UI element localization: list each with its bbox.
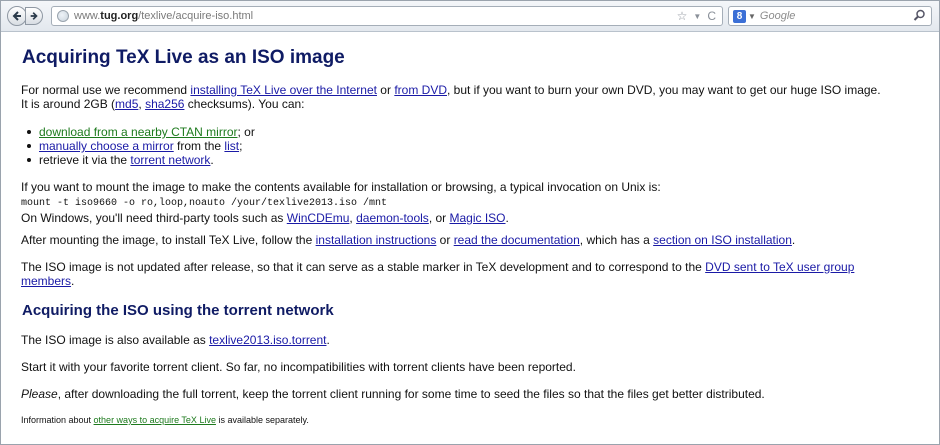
intro-paragraph: For normal use we recommend installing T… <box>21 83 881 111</box>
link-other-ways[interactable]: other ways to acquire TeX Live <box>94 415 216 425</box>
dropdown-arrow-icon[interactable]: ▼ <box>693 12 701 21</box>
torrent-paragraph-2: Start it with your favorite torrent clie… <box>21 360 576 374</box>
search-input[interactable]: Google <box>760 10 795 22</box>
address-bar-icons: ☆ ▼ C <box>677 9 716 23</box>
url-host: tug.org <box>100 10 139 22</box>
link-from-dvd[interactable]: from DVD <box>394 83 447 97</box>
link-dvd-members-cont[interactable]: members <box>21 274 71 288</box>
options-list: download from a nearby CTAN mirror; or m… <box>21 125 255 167</box>
forward-arrow-icon <box>30 12 38 20</box>
bookmark-star-icon[interactable]: ☆ <box>677 9 688 23</box>
back-button[interactable] <box>7 6 27 26</box>
link-torrent-file[interactable]: texlive2013.iso.torrent <box>209 333 326 347</box>
link-choose-mirror[interactable]: manually choose a mirror <box>39 139 174 153</box>
list-item: retrieve it via the torrent network. <box>21 153 255 167</box>
back-arrow-icon <box>12 11 21 21</box>
link-magic-iso[interactable]: Magic ISO <box>449 211 505 225</box>
browser-window: www. tug.org/texlive/acquire-iso.html ☆ ▼… <box>0 0 940 445</box>
torrent-paragraph-1: The ISO image is also available as texli… <box>21 333 330 347</box>
link-install-internet[interactable]: installing TeX Live over the Internet <box>190 83 377 97</box>
torrent-paragraph-3: Please, after downloading the full torre… <box>21 387 765 401</box>
address-bar[interactable]: www. tug.org/texlive/acquire-iso.html ☆ ▼… <box>51 6 723 26</box>
reload-icon[interactable]: C <box>707 9 716 23</box>
chevron-down-icon[interactable]: ▼ <box>748 12 756 21</box>
not-updated-paragraph: The ISO image is not updated after relea… <box>21 260 855 288</box>
mount-paragraph: If you want to mount the image to make t… <box>21 180 661 225</box>
link-torrent-network[interactable]: torrent network <box>130 153 210 167</box>
page-title: Acquiring TeX Live as an ISO image <box>22 47 345 68</box>
search-bar[interactable]: 8 ▼ Google <box>728 6 932 26</box>
search-engine-icon[interactable]: 8 <box>733 9 746 23</box>
mount-command: mount -t iso9660 -o ro,loop,noauto /your… <box>21 198 388 209</box>
link-md5[interactable]: md5 <box>115 97 138 111</box>
link-daemon-tools[interactable]: daemon-tools <box>356 211 429 225</box>
link-wincdemu[interactable]: WinCDEmu <box>287 211 350 225</box>
link-iso-install-section[interactable]: section on ISO installation <box>653 233 792 247</box>
link-sha256[interactable]: sha256 <box>145 97 184 111</box>
forward-button[interactable] <box>25 7 43 25</box>
link-dvd-members[interactable]: DVD sent to TeX user group <box>705 260 854 274</box>
footer-note: Information about other ways to acquire … <box>21 415 309 425</box>
list-item: manually choose a mirror from the list; <box>21 139 255 153</box>
link-read-docs[interactable]: read the documentation <box>454 233 580 247</box>
url-path: /texlive/acquire-iso.html <box>138 10 254 22</box>
browser-toolbar: www. tug.org/texlive/acquire-iso.html ☆ ▼… <box>1 1 939 32</box>
torrent-heading: Acquiring the ISO using the torrent netw… <box>22 302 334 319</box>
link-install-instructions[interactable]: installation instructions <box>316 233 437 247</box>
nav-buttons <box>7 6 47 26</box>
list-item: download from a nearby CTAN mirror; or <box>21 125 255 139</box>
search-icon[interactable] <box>913 9 926 22</box>
link-nearby-mirror[interactable]: download from a nearby CTAN mirror <box>39 125 238 139</box>
globe-icon <box>57 10 69 22</box>
link-mirror-list[interactable]: list <box>224 139 239 153</box>
url-prefix: www. <box>74 10 101 22</box>
after-paragraph: After mounting the image, to install TeX… <box>21 233 796 247</box>
